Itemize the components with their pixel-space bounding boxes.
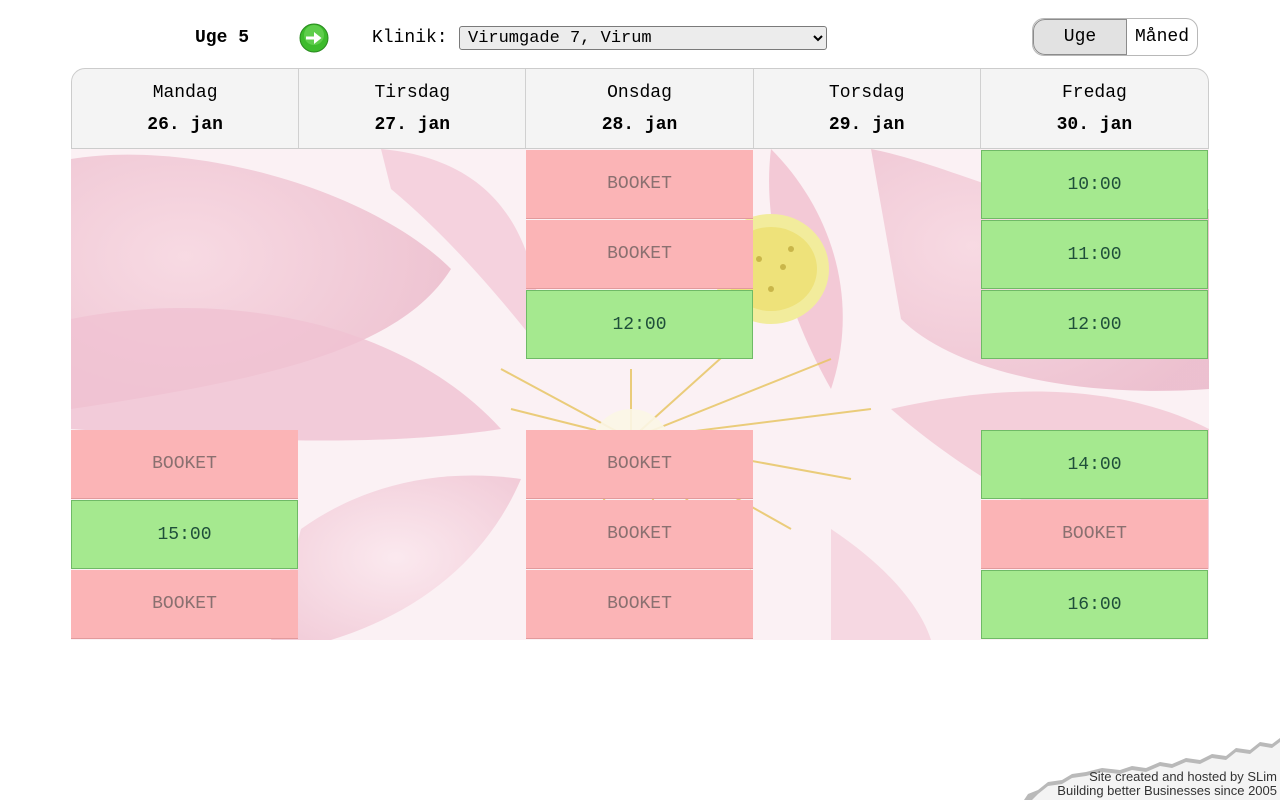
view-toggle: Uge Måned: [1032, 18, 1198, 56]
day-name: Onsdag: [607, 83, 672, 103]
footer-line-1[interactable]: Site created and hosted by SLim: [1057, 770, 1277, 784]
day-name: Fredag: [1062, 83, 1127, 103]
day-name: Mandag: [152, 83, 218, 103]
slot-booked: BOOKET: [981, 500, 1208, 569]
calendar-body: BOOKET 15:00 BOOKET BOOKET BOOKET 12:00 …: [71, 149, 1209, 640]
arrow-right-circle-icon: [299, 23, 329, 53]
day-header-wednesday: Onsdag 28. jan: [526, 69, 754, 148]
week-calendar: Mandag 26. jan Tirsdag 27. jan Onsdag 28…: [71, 68, 1209, 640]
day-date: 29. jan: [828, 115, 905, 135]
day-header-tuesday: Tirsdag 27. jan: [299, 69, 527, 148]
slot-booked: BOOKET: [526, 570, 753, 639]
slot-available[interactable]: 11:00: [981, 220, 1208, 289]
day-name: Torsdag: [828, 83, 905, 103]
clinic-label: Klinik:: [372, 28, 448, 48]
toolbar: Uge 5 Klinik: Virumgade 7, Virum Uge Mån…: [0, 0, 1280, 68]
slot-booked: BOOKET: [526, 500, 753, 569]
slot-available[interactable]: 15:00: [71, 500, 298, 569]
day-date: 30. jan: [1056, 115, 1133, 135]
day-date: 27. jan: [374, 115, 451, 135]
day-header-thursday: Torsdag 29. jan: [754, 69, 981, 148]
slot-available[interactable]: 12:00: [981, 290, 1208, 359]
slot-booked: BOOKET: [526, 220, 753, 289]
day-header-monday: Mandag 26. jan: [72, 69, 300, 148]
day-date: 28. jan: [601, 115, 678, 135]
view-week-button[interactable]: Uge: [1033, 19, 1127, 55]
slot-available[interactable]: 12:00: [526, 290, 753, 359]
footer-line-2: Building better Businesses since 2005: [1057, 783, 1277, 798]
view-month-button[interactable]: Måned: [1127, 19, 1197, 55]
week-label: Uge 5: [195, 28, 250, 48]
slot-available[interactable]: 10:00: [981, 150, 1208, 219]
slot-booked: BOOKET: [526, 430, 753, 499]
day-header-friday: Fredag 30. jan: [981, 69, 1208, 148]
next-week-button[interactable]: [299, 23, 329, 53]
slot-booked: BOOKET: [71, 430, 298, 499]
slot-booked: BOOKET: [526, 150, 753, 219]
calendar-header: Mandag 26. jan Tirsdag 27. jan Onsdag 28…: [71, 68, 1209, 149]
footer-credit: Site created and hosted by SLim Building…: [1022, 738, 1280, 800]
footer-text: Site created and hosted by SLim Building…: [1057, 770, 1277, 798]
day-date: 26. jan: [147, 115, 223, 135]
slot-available[interactable]: 14:00: [981, 430, 1208, 499]
clinic-select[interactable]: Virumgade 7, Virum: [459, 26, 827, 50]
slot-available[interactable]: 16:00: [981, 570, 1208, 639]
day-name: Tirsdag: [374, 83, 451, 103]
slot-booked: BOOKET: [71, 570, 298, 639]
